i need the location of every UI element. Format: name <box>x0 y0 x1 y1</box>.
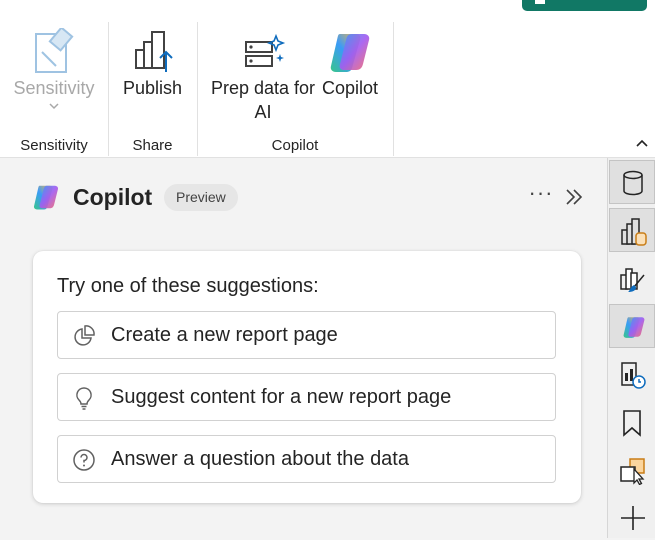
preview-badge: Preview <box>164 184 238 211</box>
ribbon-group-copilot: Prep data for AI Copilot Copilot <box>197 22 394 156</box>
copilot-logo-icon <box>33 185 59 210</box>
performance-analyzer-icon <box>621 362 646 389</box>
copilot-pane-header: Copilot Preview ··· <box>0 158 607 236</box>
bookmark-icon <box>623 410 641 437</box>
ribbon-group-label: Share <box>132 137 173 154</box>
more-options-icon[interactable]: ··· <box>527 182 555 208</box>
selection-pane-icon <box>620 458 645 485</box>
suggestion-suggest-content[interactable]: Suggest content for a new report page <box>57 373 556 421</box>
copilot-icon <box>623 317 645 338</box>
rail-format-button[interactable] <box>609 256 655 300</box>
suggestion-label: Create a new report page <box>111 324 338 346</box>
top-action-button[interactable] <box>522 0 647 11</box>
suggestions-card: Try one of these suggestions: Create a n… <box>33 251 581 503</box>
publish-button[interactable]: Publish <box>108 28 197 100</box>
lightbulb-icon <box>76 387 92 410</box>
prep-data-ai-icon <box>245 33 286 67</box>
question-circle-icon <box>73 449 95 471</box>
rail-bookmarks-button[interactable] <box>609 400 655 444</box>
ribbon-group-sensitivity: Sensitivity Sensitivity <box>0 22 109 156</box>
rail-performance-button[interactable] <box>609 352 655 396</box>
copilot-button[interactable]: Copilot <box>315 28 385 100</box>
prep-data-label-line1: Prep data for <box>210 78 316 98</box>
add-pane-icon <box>621 506 645 530</box>
ribbon-group-share: Publish Share <box>108 22 198 156</box>
rail-build-visual-button[interactable] <box>609 208 655 252</box>
rail-selection-button[interactable] <box>609 448 655 492</box>
publish-icon <box>134 31 173 72</box>
sensitivity-label-icon <box>35 28 74 73</box>
ribbon: Sensitivity Sensitivity Publish Share Pr… <box>0 0 655 158</box>
pie-chart-icon <box>74 325 95 346</box>
copilot-icon <box>330 34 370 72</box>
rail-copilot-button[interactable] <box>609 304 655 348</box>
copilot-button-label: Copilot <box>321 78 379 98</box>
collapse-ribbon-icon[interactable] <box>634 136 650 150</box>
suggestions-heading: Try one of these suggestions: <box>57 275 319 297</box>
double-chevron-right-icon[interactable] <box>563 186 585 208</box>
prep-data-label-line2: AI <box>254 102 272 122</box>
format-brush-icon <box>620 268 645 292</box>
suggestion-create-report-page[interactable]: Create a new report page <box>57 311 556 359</box>
chevron-down-icon <box>49 103 59 110</box>
sensitivity-button-label: Sensitivity <box>13 78 95 98</box>
suggestion-label: Answer a question about the data <box>111 448 409 470</box>
ribbon-group-label: Copilot <box>271 137 319 154</box>
suggestion-answer-question[interactable]: Answer a question about the data <box>57 435 556 483</box>
publish-button-label: Publish <box>122 78 183 98</box>
ribbon-group-label: Sensitivity <box>20 137 88 154</box>
pane-title: Copilot <box>73 184 153 210</box>
build-visual-icon <box>621 218 647 246</box>
copilot-pane: Copilot Preview ··· Try one of these sug… <box>0 158 607 538</box>
pane-switcher-rail <box>607 158 655 538</box>
suggestion-label: Suggest content for a new report page <box>111 386 452 408</box>
sensitivity-button[interactable]: Sensitivity <box>0 28 108 110</box>
rail-add-pane-button[interactable] <box>609 496 655 540</box>
prep-data-for-ai-button[interactable]: Prep data for AI <box>207 28 319 124</box>
data-icon <box>623 170 643 196</box>
rail-data-button[interactable] <box>609 160 655 204</box>
